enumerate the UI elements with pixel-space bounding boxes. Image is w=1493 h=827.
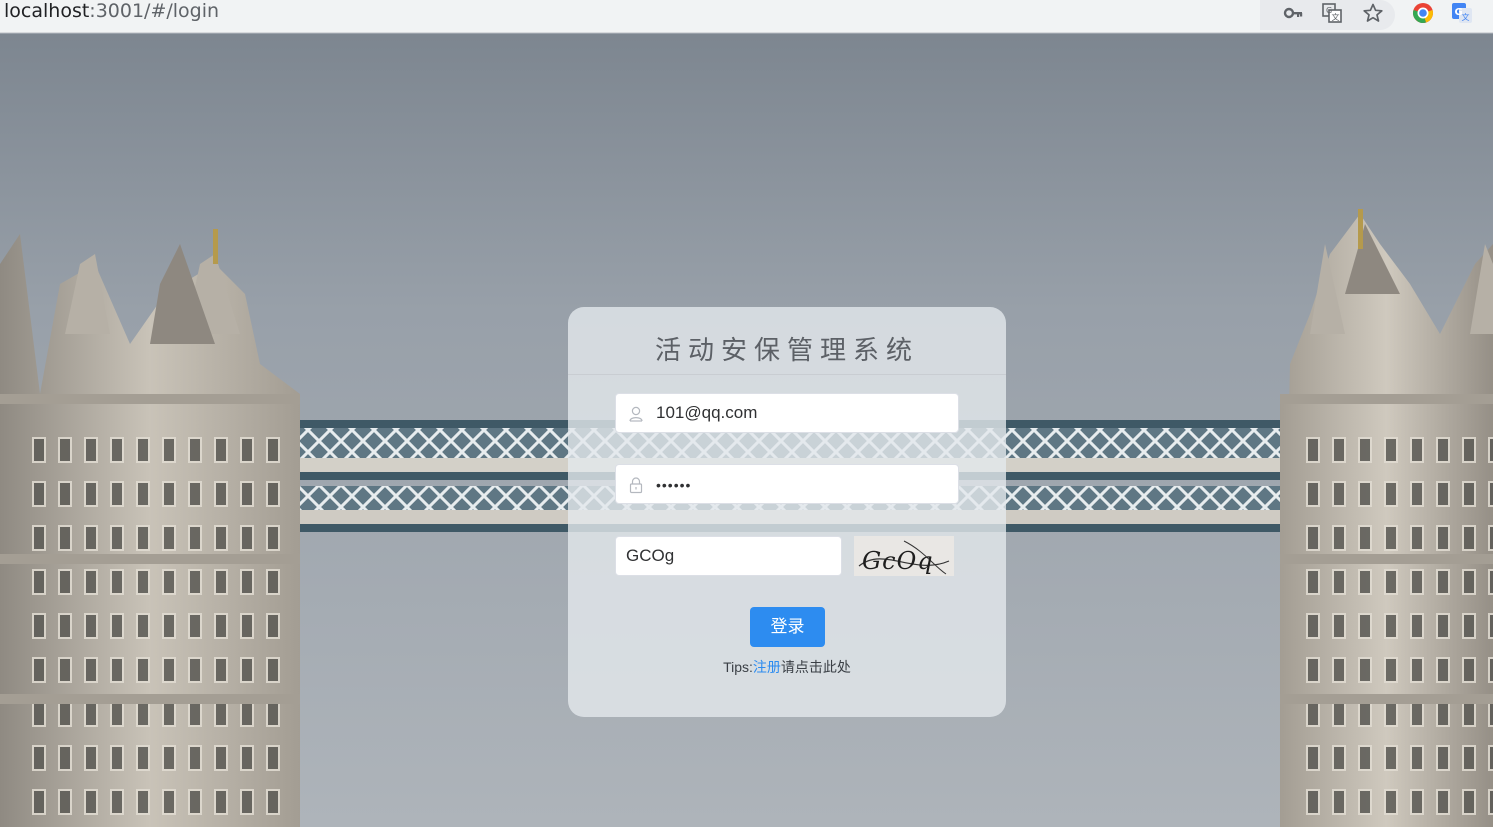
star-icon[interactable] bbox=[1362, 2, 1384, 24]
page-title: 活动安保管理系统 bbox=[654, 336, 919, 366]
register-link[interactable]: 注册 bbox=[753, 659, 781, 675]
page: localhost:3001/#/login G文 G文 活动安保管理系统 10… bbox=[0, 0, 1493, 827]
svg-text:文: 文 bbox=[1332, 12, 1340, 22]
user-icon bbox=[628, 405, 644, 423]
url-field[interactable]: localhost:3001/#/login bbox=[4, 0, 219, 22]
tips-suffix: 请点击此处 bbox=[780, 659, 851, 675]
captcha-input[interactable]: GCOg bbox=[615, 536, 842, 576]
captcha-image[interactable]: GcOq bbox=[854, 536, 954, 576]
svg-text:文: 文 bbox=[1462, 12, 1470, 22]
browser-address-bar: localhost:3001/#/login G文 G文 bbox=[0, 0, 1493, 33]
lock-icon bbox=[628, 476, 644, 494]
email-field[interactable]: 101@qq.com bbox=[615, 393, 959, 433]
captcha-value: GCOg bbox=[626, 546, 675, 565]
email-value: 101@qq.com bbox=[656, 403, 758, 422]
register-tips: Tips:注册请点击此处 bbox=[568, 657, 1006, 677]
url-host: localhost bbox=[4, 0, 90, 22]
key-icon[interactable] bbox=[1282, 2, 1304, 24]
tips-prefix: Tips: bbox=[723, 659, 753, 675]
password-field[interactable]: •••••• bbox=[615, 464, 959, 504]
login-panel: 活动安保管理系统 101@qq.com •••••• GCOg GcOq 登录 … bbox=[568, 307, 1006, 717]
google-translate-icon[interactable]: G文 bbox=[1451, 2, 1473, 24]
password-value: •••••• bbox=[656, 477, 692, 493]
title-divider bbox=[568, 374, 1006, 375]
captcha-image-text: GcOq bbox=[862, 547, 934, 575]
login-button[interactable]: 登录 bbox=[750, 607, 825, 647]
url-path: :3001/#/login bbox=[89, 0, 220, 22]
translate-icon[interactable]: G文 bbox=[1321, 2, 1343, 24]
chrome-extension-icon[interactable] bbox=[1412, 2, 1434, 24]
